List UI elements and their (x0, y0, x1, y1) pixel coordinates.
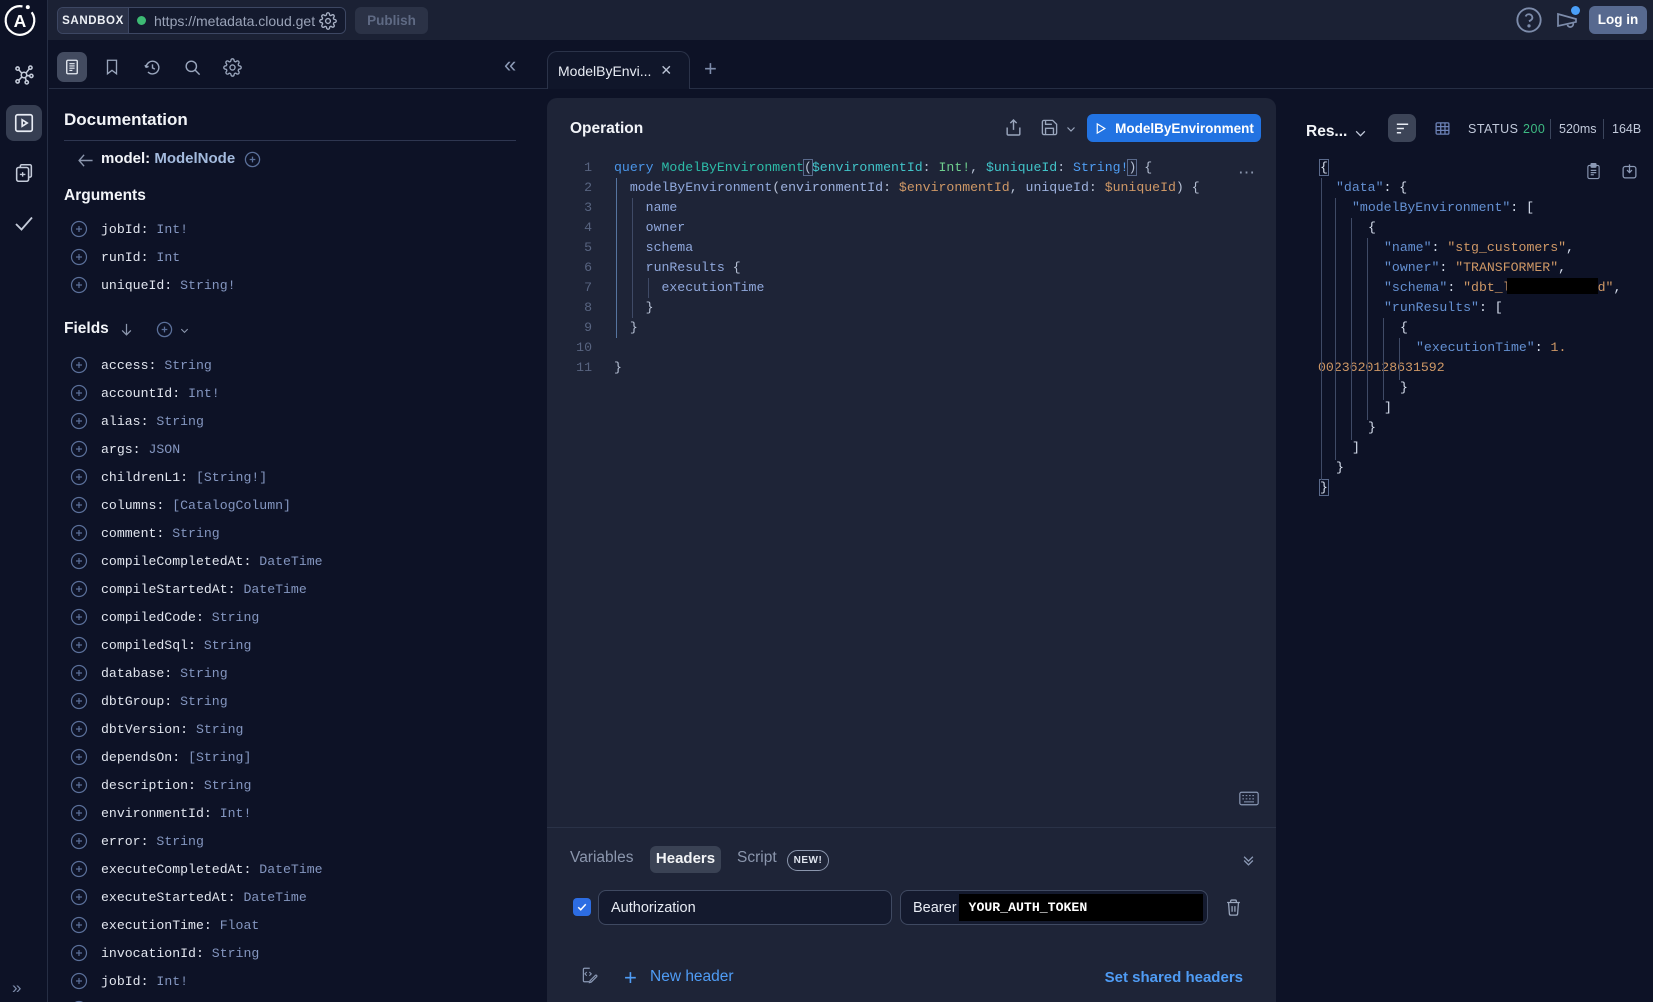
svg-text:A: A (14, 11, 27, 31)
